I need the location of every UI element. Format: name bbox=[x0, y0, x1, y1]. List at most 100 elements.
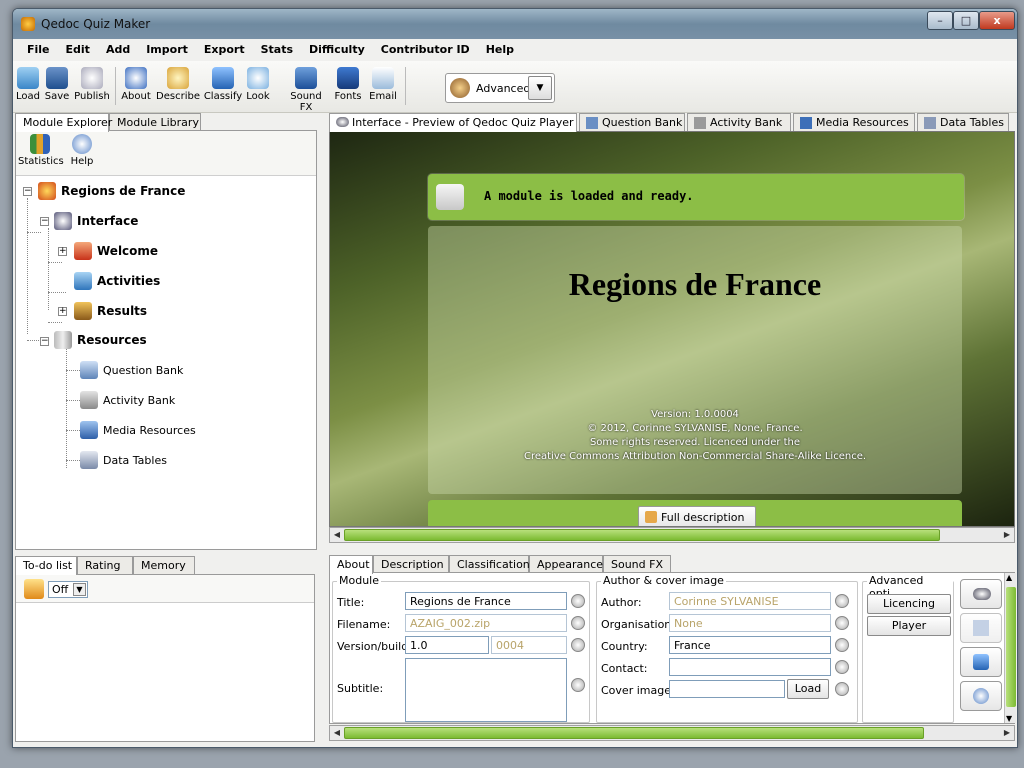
tree-node-interface[interactable]: Interface bbox=[54, 212, 138, 230]
minimize-button[interactable]: – bbox=[927, 11, 953, 30]
country-label: Country: bbox=[601, 640, 648, 653]
tree-node-question-bank[interactable]: Question Bank bbox=[80, 361, 183, 379]
tab-memory[interactable]: Memory bbox=[133, 556, 195, 574]
tab-activity-bank[interactable]: Activity Bank bbox=[687, 113, 791, 131]
scroll-thumb[interactable] bbox=[1006, 587, 1016, 707]
tab-about[interactable]: About bbox=[329, 555, 373, 574]
menu-add[interactable]: Add bbox=[98, 39, 138, 61]
tree-node-activities[interactable]: Activities bbox=[74, 272, 160, 290]
scroll-up-icon[interactable]: ▲ bbox=[1006, 573, 1012, 582]
tree-node-root[interactable]: Regions de France bbox=[38, 182, 185, 200]
edit-icon[interactable] bbox=[835, 638, 849, 652]
tree-node-media-resources[interactable]: Media Resources bbox=[80, 421, 196, 439]
menu-contributor-id[interactable]: Contributor ID bbox=[373, 39, 478, 61]
edit-icon[interactable] bbox=[835, 682, 849, 696]
country-field[interactable]: France bbox=[669, 636, 831, 654]
menu-stats[interactable]: Stats bbox=[253, 39, 301, 61]
scroll-right-icon[interactable]: ▶ bbox=[1000, 726, 1014, 740]
licencing-button[interactable]: Licencing bbox=[867, 594, 951, 614]
preview-hscrollbar[interactable]: ◀ ▶ bbox=[329, 527, 1015, 543]
tab-description[interactable]: Description bbox=[373, 555, 449, 573]
mode-dropdown[interactable]: Advanced ▼ bbox=[445, 73, 555, 103]
chevron-down-icon[interactable]: ▼ bbox=[73, 583, 86, 596]
edit-icon[interactable] bbox=[835, 616, 849, 630]
load-cover-button[interactable]: Load bbox=[787, 679, 829, 699]
version-field[interactable]: 1.0 bbox=[405, 636, 489, 654]
tab-module-explorer[interactable]: Module Explorer bbox=[15, 113, 112, 132]
scroll-down-icon[interactable]: ▼ bbox=[1006, 714, 1012, 723]
email-button[interactable]: Email bbox=[367, 67, 399, 102]
filename-field[interactable]: AZAIG_002.zip bbox=[405, 614, 567, 632]
tree-node-activity-bank[interactable]: Activity Bank bbox=[80, 391, 175, 409]
build-field[interactable]: 0004 bbox=[491, 636, 567, 654]
help-button[interactable]: Help bbox=[68, 134, 96, 167]
scroll-left-icon[interactable]: ◀ bbox=[330, 726, 344, 740]
title-bar[interactable]: Qedoc Quiz Maker – □ x bbox=[13, 9, 1017, 39]
edit-icon[interactable] bbox=[571, 616, 585, 630]
edit-icon[interactable] bbox=[835, 660, 849, 674]
menu-import[interactable]: Import bbox=[138, 39, 196, 61]
tree-node-data-tables[interactable]: Data Tables bbox=[80, 451, 167, 469]
tree-node-results[interactable]: Results bbox=[74, 302, 147, 320]
expand-toggle[interactable]: + bbox=[58, 247, 67, 256]
tree-node-welcome[interactable]: Welcome bbox=[74, 242, 158, 260]
database-side-button[interactable] bbox=[960, 647, 1002, 677]
organisation-field[interactable]: None bbox=[669, 614, 831, 632]
scroll-left-icon[interactable]: ◀ bbox=[330, 528, 344, 542]
fonts-button[interactable]: Fonts bbox=[331, 67, 365, 102]
tab-media-resources[interactable]: Media Resources bbox=[793, 113, 915, 131]
scroll-thumb[interactable] bbox=[344, 529, 940, 541]
properties-hscrollbar[interactable]: ◀ ▶ bbox=[329, 725, 1015, 741]
properties-vscrollbar[interactable]: ▲ ▼ bbox=[1004, 573, 1016, 723]
save-button[interactable]: Save bbox=[43, 67, 71, 102]
todo-toggle-select[interactable]: Off ▼ bbox=[48, 581, 88, 598]
tree-node-resources[interactable]: Resources bbox=[54, 331, 147, 349]
publish-button[interactable]: Publish bbox=[73, 67, 111, 102]
scroll-thumb[interactable] bbox=[344, 727, 924, 739]
magnifier-icon bbox=[167, 67, 189, 89]
full-description-button[interactable]: Full description bbox=[638, 506, 756, 526]
author-field[interactable]: Corinne SYLVANISE bbox=[669, 592, 831, 610]
menu-edit[interactable]: Edit bbox=[58, 39, 98, 61]
edit-icon[interactable] bbox=[571, 678, 585, 692]
title-field[interactable]: Regions de France bbox=[405, 592, 567, 610]
collapse-toggle[interactable]: − bbox=[40, 337, 49, 346]
sound-fx-button[interactable]: Sound FX bbox=[283, 67, 329, 113]
menu-export[interactable]: Export bbox=[196, 39, 253, 61]
tab-classification[interactable]: Classification bbox=[449, 555, 530, 573]
tab-module-library[interactable]: Module Library bbox=[109, 113, 201, 131]
edit-icon[interactable] bbox=[571, 638, 585, 652]
tab-rating[interactable]: Rating bbox=[77, 556, 133, 574]
classify-button[interactable]: Classify bbox=[203, 67, 243, 102]
maximize-button[interactable]: □ bbox=[953, 11, 979, 30]
tab-todo-list[interactable]: To-do list bbox=[15, 556, 77, 575]
help-side-button[interactable] bbox=[960, 681, 1002, 711]
menu-difficulty[interactable]: Difficulty bbox=[301, 39, 373, 61]
collapse-toggle[interactable]: − bbox=[23, 187, 32, 196]
tab-interface-preview[interactable]: Interface - Preview of Qedoc Quiz Player bbox=[329, 113, 577, 132]
subtitle-field[interactable] bbox=[405, 658, 567, 722]
close-button[interactable]: x bbox=[979, 11, 1015, 30]
chevron-down-icon[interactable]: ▼ bbox=[528, 76, 552, 100]
preview-side-button[interactable] bbox=[960, 579, 1002, 609]
about-button[interactable]: About bbox=[119, 67, 153, 102]
edit-icon[interactable] bbox=[571, 594, 585, 608]
edit-icon[interactable] bbox=[835, 594, 849, 608]
tab-data-tables[interactable]: Data Tables bbox=[917, 113, 1009, 131]
load-button[interactable]: Load bbox=[15, 67, 41, 102]
tab-appearance[interactable]: Appearance bbox=[529, 555, 603, 573]
tab-question-bank[interactable]: Question Bank bbox=[579, 113, 685, 131]
menu-help[interactable]: Help bbox=[478, 39, 522, 61]
scroll-right-icon[interactable]: ▶ bbox=[1000, 528, 1014, 542]
tab-sound-fx[interactable]: Sound FX bbox=[603, 555, 671, 573]
cover-image-field[interactable] bbox=[669, 680, 785, 698]
menu-file[interactable]: File bbox=[19, 39, 58, 61]
save-side-button[interactable] bbox=[960, 613, 1002, 643]
player-button[interactable]: Player bbox=[867, 616, 951, 636]
contact-field[interactable] bbox=[669, 658, 831, 676]
look-button[interactable]: Look bbox=[245, 67, 271, 102]
collapse-toggle[interactable]: − bbox=[40, 217, 49, 226]
statistics-button[interactable]: Statistics bbox=[18, 134, 64, 167]
expand-toggle[interactable]: + bbox=[58, 307, 67, 316]
describe-button[interactable]: Describe bbox=[155, 67, 201, 102]
